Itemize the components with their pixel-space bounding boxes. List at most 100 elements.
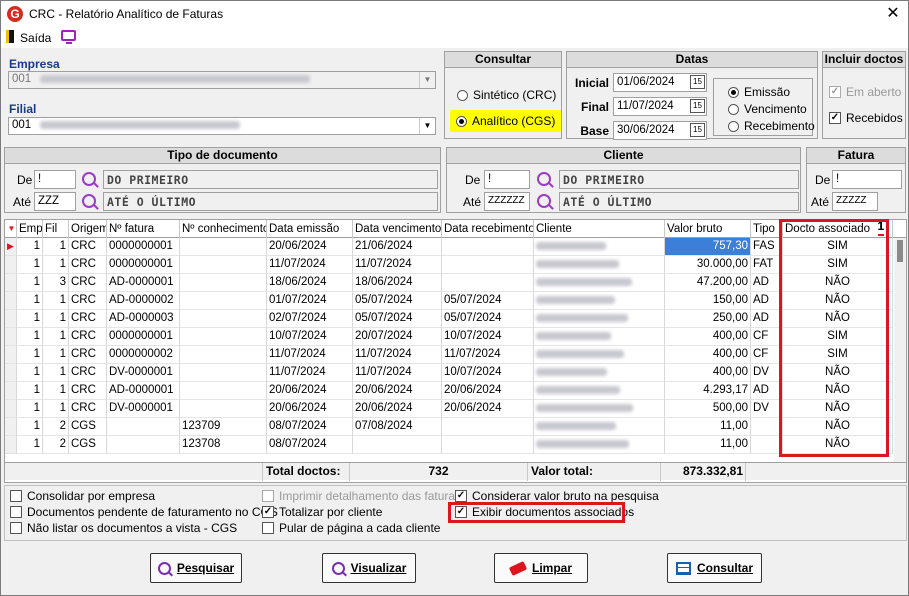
radio-vencimento-circle[interactable] (728, 103, 739, 115)
table-row[interactable]: 1 1 CRC 0000000001 11/07/2024 11/07/2024 30.00… (5, 256, 893, 274)
fatura-de-input[interactable]: ! (832, 170, 902, 189)
pesquisar-button[interactable]: Pesquisar (150, 553, 242, 583)
column-header[interactable]: Data vencimento (353, 220, 442, 238)
table-cell (180, 256, 267, 274)
cliente-name-redacted (536, 241, 606, 250)
radio-vencimento[interactable]: Vencimento (728, 102, 807, 116)
search-icon[interactable] (537, 172, 551, 186)
column-header[interactable]: Data recebimento (442, 220, 534, 238)
check-consolidar[interactable]: Consolidar por empresa (10, 489, 155, 503)
table-row[interactable]: 1 2 CGS 123709 08/07/2024 07/08/2024 11,00 NÃO (5, 418, 893, 436)
row-indicator (5, 418, 17, 436)
visualizar-button[interactable]: Visualizar (322, 553, 416, 583)
scrollbar-thumb[interactable] (897, 240, 903, 262)
row-indicator (5, 274, 17, 292)
table-cell: 20/06/2024 (353, 400, 442, 418)
chevron-down-icon[interactable]: ▼ (419, 118, 435, 134)
search-icon[interactable] (537, 194, 551, 208)
limpar-button[interactable]: Limpar (494, 553, 588, 583)
table-cell: DV-0000001 (107, 364, 180, 382)
check-recebidos[interactable]: ✓ Recebidos (829, 111, 903, 125)
table-cell (534, 418, 665, 436)
radio-analitico[interactable]: Analítico (CGS) (450, 110, 562, 132)
table-cell: 20/06/2024 (353, 382, 442, 400)
date-final-input[interactable]: 11/07/2024 15 (613, 97, 707, 116)
column-header[interactable]: Origem (69, 220, 107, 238)
table-row[interactable]: 1 3 CRC AD-0000001 18/06/2024 18/06/2024 47.20… (5, 274, 893, 292)
table-cell: 1 (43, 346, 69, 364)
table-cell: 0000000001 (107, 328, 180, 346)
monitor-icon[interactable] (61, 30, 76, 44)
check-considerar-label: Considerar valor bruto na pesquisa (472, 489, 659, 503)
cliente-de-input[interactable]: ! (484, 170, 530, 189)
table-row[interactable]: 1 2 CGS 123708 08/07/2024 11,00 NÃO (5, 436, 893, 454)
close-button[interactable]: ✕ (881, 3, 905, 25)
radio-sintetico[interactable]: Sintético (CRC) (457, 88, 556, 102)
sort-indicator-icon[interactable]: ▼ (5, 220, 17, 238)
column-header[interactable]: Nº conhecimento (180, 220, 267, 238)
check-totalizar-label: Totalizar por cliente (279, 505, 383, 519)
column-header[interactable]: Cliente (534, 220, 665, 238)
column-header[interactable]: Emp (17, 220, 43, 238)
cliente-ate-input[interactable]: ZZZZZZ (484, 192, 530, 211)
table-row[interactable]: 1 1 CRC DV-0000001 11/07/2024 11/07/2024 10/07… (5, 364, 893, 382)
exit-door-icon[interactable] (6, 30, 14, 43)
radio-recebimento-circle[interactable] (728, 120, 739, 132)
calendar-icon[interactable]: 15 (690, 75, 705, 89)
column-header[interactable]: Valor bruto (665, 220, 751, 238)
check-totalizar[interactable]: ✓ Totalizar por cliente (262, 505, 382, 519)
check-imprimir-box[interactable] (262, 490, 274, 502)
check-em-aberto[interactable]: ✓ Em aberto (829, 85, 901, 99)
calendar-icon[interactable]: 15 (690, 123, 705, 137)
table-row[interactable]: 1 1 CRC AD-0000002 01/07/2024 05/07/2024 05/07… (5, 292, 893, 310)
consultar-button[interactable]: Consultar (667, 553, 762, 583)
radio-vencimento-label: Vencimento (744, 102, 807, 116)
radio-analitico-circle[interactable] (456, 115, 467, 127)
table-row[interactable]: ▶ 1 1 CRC 0000000001 20/06/2024 21/06/2024 757,… (5, 238, 893, 256)
check-considerar-box[interactable]: ✓ (455, 490, 467, 502)
check-pendentes-box[interactable] (10, 506, 22, 518)
check-consolidar-box[interactable] (10, 490, 22, 502)
table-row[interactable]: 1 1 CRC 0000000001 10/07/2024 20/07/2024 10/07… (5, 328, 893, 346)
check-nao-listar[interactable]: Não listar os documentos a vista - CGS (10, 521, 237, 535)
radio-emissao[interactable]: Emissão (728, 85, 790, 99)
column-header[interactable]: Data emissão (267, 220, 353, 238)
check-pular[interactable]: Pular de página a cada cliente (262, 521, 440, 535)
table-row[interactable]: 1 1 CRC AD-0000003 02/07/2024 05/07/2024 05/07… (5, 310, 893, 328)
radio-emissao-circle[interactable] (728, 86, 739, 98)
tipo-doc-de-input[interactable]: ! (34, 170, 76, 189)
vertical-scrollbar[interactable] (894, 238, 906, 462)
faturas-grid[interactable]: ▼ Emp Fil Origem Nº fatura Nº conhecimento Dat… (4, 219, 907, 483)
check-pular-box[interactable] (262, 522, 274, 534)
check-em-aberto-box[interactable]: ✓ (829, 86, 841, 98)
calendar-icon[interactable]: 15 (690, 99, 705, 113)
chevron-down-icon[interactable]: ▼ (419, 72, 435, 88)
check-pendentes[interactable]: Documentos pendente de faturamento no CG… (10, 505, 278, 519)
fatura-ate-input[interactable]: ZZZZZ (832, 192, 878, 211)
cliente-name-redacted (536, 295, 615, 304)
check-imprimir[interactable]: Imprimir detalhamento das faturas (262, 489, 461, 503)
date-inicial-input[interactable]: 01/06/2024 15 (613, 73, 707, 92)
check-considerar[interactable]: ✓ Considerar valor bruto na pesquisa (455, 489, 659, 503)
radio-recebimento[interactable]: Recebimento (728, 119, 815, 133)
total-doctos-value: 732 (350, 463, 528, 481)
check-recebidos-box[interactable]: ✓ (829, 112, 841, 124)
tipo-doc-ate-input[interactable]: ZZZ (34, 192, 76, 211)
date-base-input[interactable]: 30/06/2024 15 (613, 121, 707, 140)
check-nao-listar-box[interactable] (10, 522, 22, 534)
filial-select[interactable]: 001 ▼ (8, 117, 436, 135)
table-row[interactable]: 1 1 CRC 0000000002 11/07/2024 11/07/2024 11/07… (5, 346, 893, 364)
exit-button[interactable]: Saída (20, 31, 51, 45)
column-header[interactable]: Fil (43, 220, 69, 238)
table-cell (180, 274, 267, 292)
table-row[interactable]: 1 1 CRC AD-0000001 20/06/2024 20/06/2024 20/06… (5, 382, 893, 400)
search-icon[interactable] (82, 172, 96, 186)
check-totalizar-box[interactable]: ✓ (262, 506, 274, 518)
cliente-ate-label: Até (463, 195, 482, 209)
incluir-group: Incluir doctos ✓ Em aberto ✓ Recebidos (822, 51, 906, 139)
radio-sintetico-circle[interactable] (457, 89, 468, 101)
empresa-select[interactable]: 001 ▼ (8, 71, 436, 89)
column-header[interactable]: Nº fatura (107, 220, 180, 238)
search-icon[interactable] (82, 194, 96, 208)
table-row[interactable]: 1 1 CRC DV-0000001 20/06/2024 20/06/2024 20/06… (5, 400, 893, 418)
